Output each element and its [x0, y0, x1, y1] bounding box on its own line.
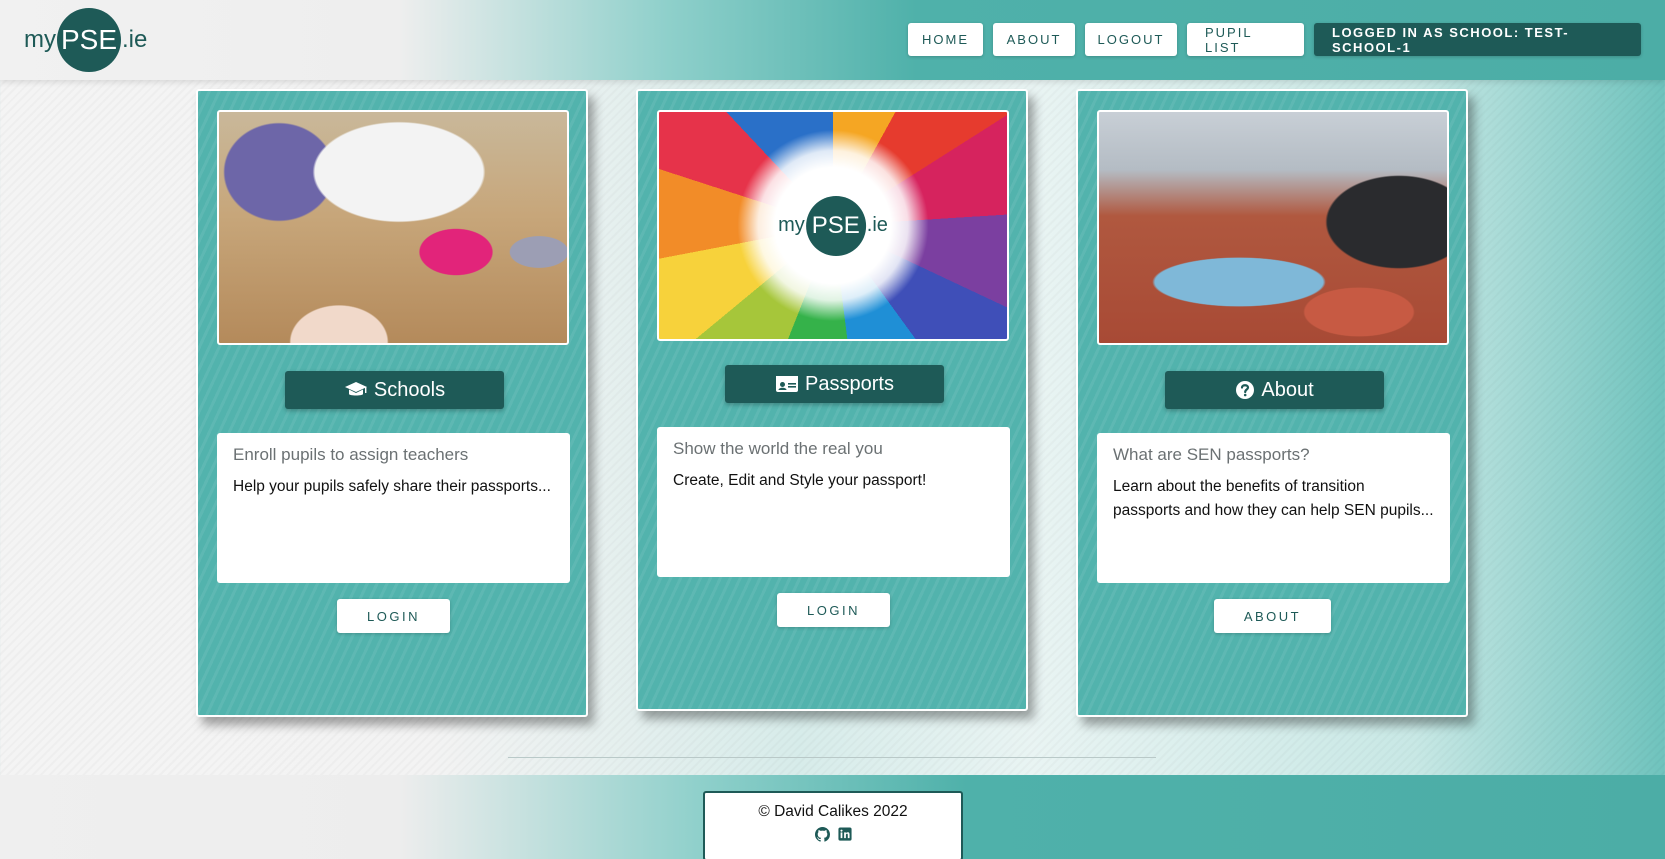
about-card: About What are SEN passports? Learn abou…	[1076, 89, 1468, 717]
nav-about-button[interactable]: ABOUT	[993, 23, 1075, 56]
schools-card: Schools Enroll pupils to assign teachers…	[196, 89, 588, 717]
passports-image-logo: my PSE .ie	[778, 195, 888, 256]
inset-logo-my: my	[778, 214, 805, 236]
about-action-button[interactable]: ABOUT	[1214, 599, 1331, 633]
logged-in-status-badge: LOGGED IN AS SCHOOL: TEST-SCHOOL-1	[1314, 23, 1641, 56]
footer-copyright: © David Calikes 2022	[758, 803, 908, 820]
inset-logo-pse: PSE	[811, 211, 860, 239]
passports-button-label: Passports	[805, 372, 894, 395]
about-text-box: What are SEN passports? Learn about the …	[1097, 433, 1450, 583]
schools-button-label: Schools	[373, 378, 446, 401]
schools-login-button[interactable]: LOGIN	[337, 599, 450, 633]
schools-button[interactable]: Schools	[285, 371, 504, 409]
inset-logo-ie: .ie	[866, 214, 888, 236]
logo-circle: PSE	[57, 8, 121, 72]
about-body: Learn about the benefits of transition p…	[1113, 478, 1434, 519]
site-header: my PSE .ie HOME ABOUT LOGOUT PUPIL LIST …	[0, 0, 1665, 80]
schools-subtitle: Enroll pupils to assign teachers	[233, 445, 469, 464]
logo-ie: .ie	[122, 26, 148, 53]
schools-image	[217, 110, 569, 345]
logo-pse: PSE	[60, 24, 118, 55]
passports-login-button[interactable]: LOGIN	[777, 593, 890, 627]
passports-body: Create, Edit and Style your passport!	[673, 472, 927, 489]
id-card-icon	[775, 375, 799, 393]
logo-my: my	[24, 26, 56, 53]
question-circle-icon	[1235, 380, 1255, 400]
passports-image: my PSE .ie	[657, 110, 1009, 341]
nav-logout-button[interactable]: LOGOUT	[1085, 23, 1177, 56]
schools-text-box: Enroll pupils to assign teachers Help yo…	[217, 433, 570, 583]
site-footer: © David Calikes 2022	[0, 775, 1665, 859]
linkedin-icon[interactable]	[837, 827, 852, 842]
passports-text-box: Show the world the real you Create, Edit…	[657, 427, 1010, 577]
nav-pupil-list-button[interactable]: PUPIL LIST	[1187, 23, 1304, 56]
main-nav: HOME ABOUT LOGOUT PUPIL LIST LOGGED IN A…	[908, 23, 1641, 56]
about-image	[1097, 110, 1449, 345]
passports-card: my PSE .ie Passports Show the world the …	[636, 89, 1028, 711]
passports-button[interactable]: Passports	[725, 365, 944, 403]
about-subtitle: What are SEN passports?	[1113, 445, 1310, 464]
schools-body: Help your pupils safely share their pass…	[233, 478, 551, 495]
site-logo[interactable]: my PSE .ie	[24, 8, 147, 72]
footer-box: © David Calikes 2022	[703, 791, 963, 859]
github-icon[interactable]	[814, 827, 830, 842]
about-button-label: About	[1261, 378, 1314, 401]
about-button[interactable]: About	[1165, 371, 1384, 409]
nav-home-button[interactable]: HOME	[908, 23, 983, 56]
footer-social-links	[705, 827, 961, 842]
passports-subtitle: Show the world the real you	[673, 439, 883, 458]
footer-divider	[508, 757, 1156, 758]
inset-logo-circle: PSE	[805, 195, 866, 256]
graduation-cap-icon	[344, 380, 368, 400]
